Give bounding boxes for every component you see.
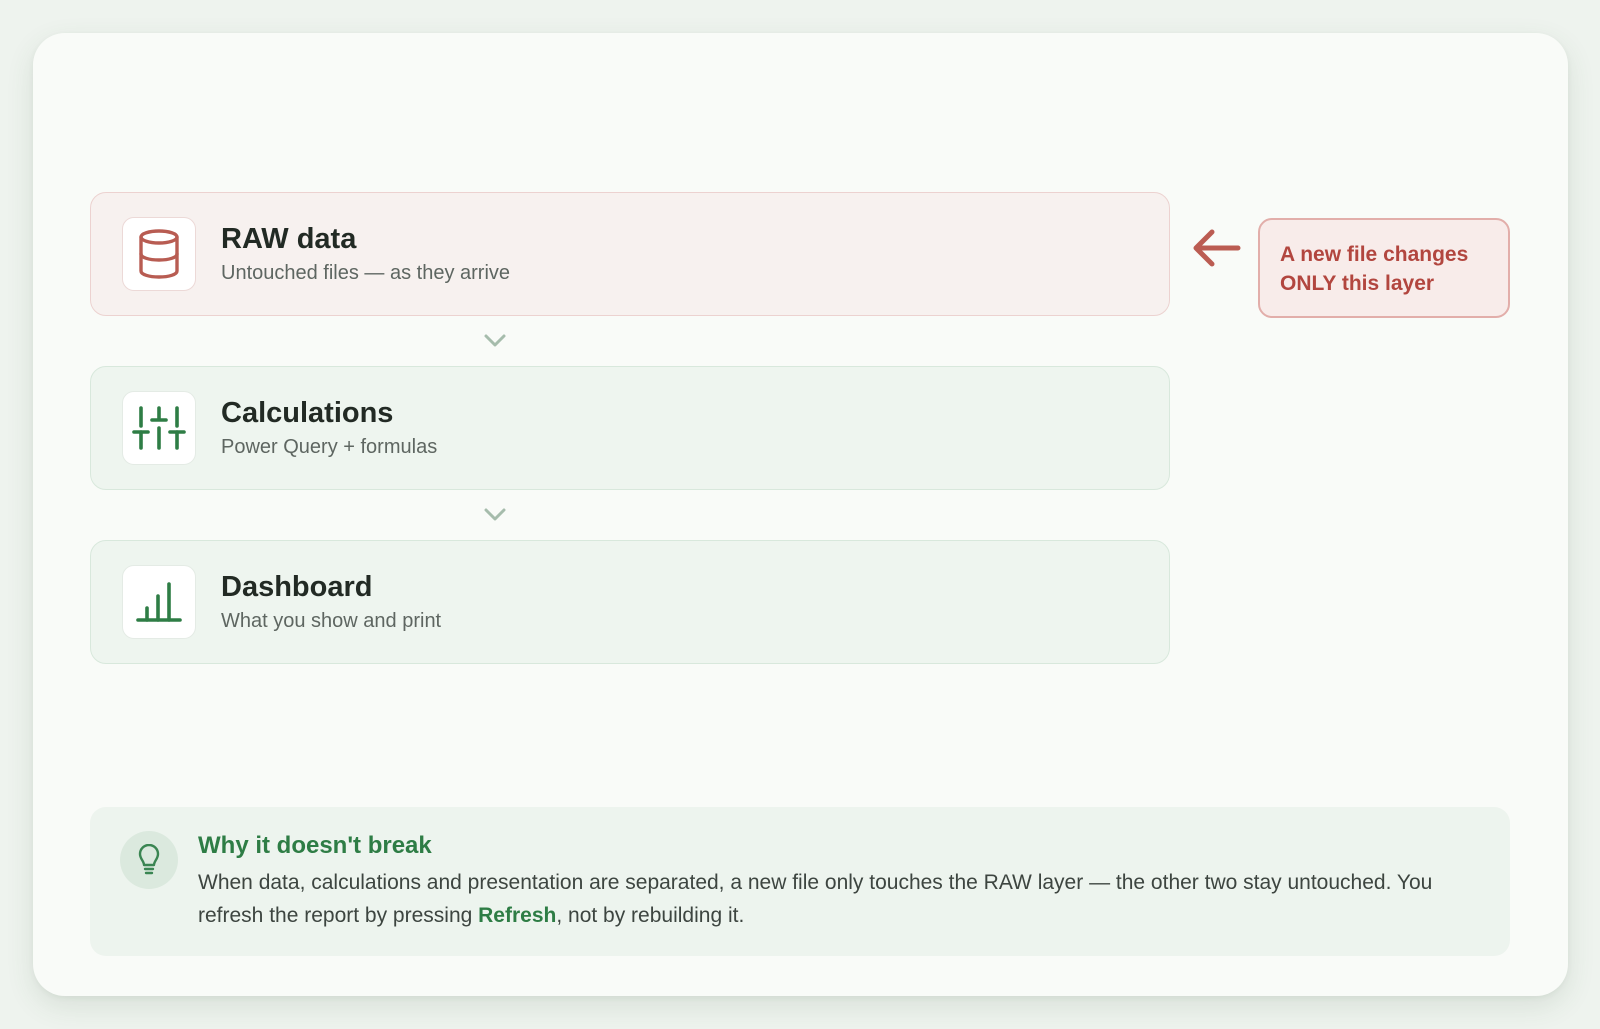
layer-subtitle: Untouched files — as they arrive [221, 262, 511, 284]
layer-title: Calculations [221, 397, 394, 429]
bar-chart-icon [122, 565, 196, 639]
callout-line: ONLY this layer [1280, 272, 1435, 295]
diagram-card: RAW data Untouched files — as they arriv… [33, 33, 1568, 996]
layer-raw-data: RAW data Untouched files — as they arriv… [90, 192, 1170, 316]
refresh-highlight: Refresh [478, 904, 557, 927]
layer-dashboard: Dashboard What you show and print [90, 540, 1170, 664]
callout-note: A new file changes ONLY this layer [1258, 218, 1510, 318]
layer-subtitle: What you show and print [221, 610, 442, 632]
layer-calculations: Calculations Power Query + formulas [90, 366, 1170, 490]
layer-subtitle: Power Query + formulas [221, 436, 438, 458]
chevron-down-icon [484, 334, 506, 347]
why-text-part: When data, calculations and presentation… [198, 871, 1433, 927]
why-title: Why it doesn't break [198, 832, 432, 859]
layer-title: RAW data [221, 223, 357, 255]
chevron-down-icon [484, 508, 506, 521]
arrow-left-icon [1193, 229, 1241, 267]
lightbulb-icon [120, 831, 178, 889]
why-panel: Why it doesn't break When data, calculat… [90, 807, 1510, 956]
database-icon [122, 217, 196, 291]
why-text-part: , not by rebuilding it. [556, 904, 745, 927]
why-text: When data, calculations and presentation… [198, 866, 1468, 932]
callout-line: A new file changes [1280, 243, 1469, 266]
layer-title: Dashboard [221, 571, 373, 603]
sliders-icon [122, 391, 196, 465]
